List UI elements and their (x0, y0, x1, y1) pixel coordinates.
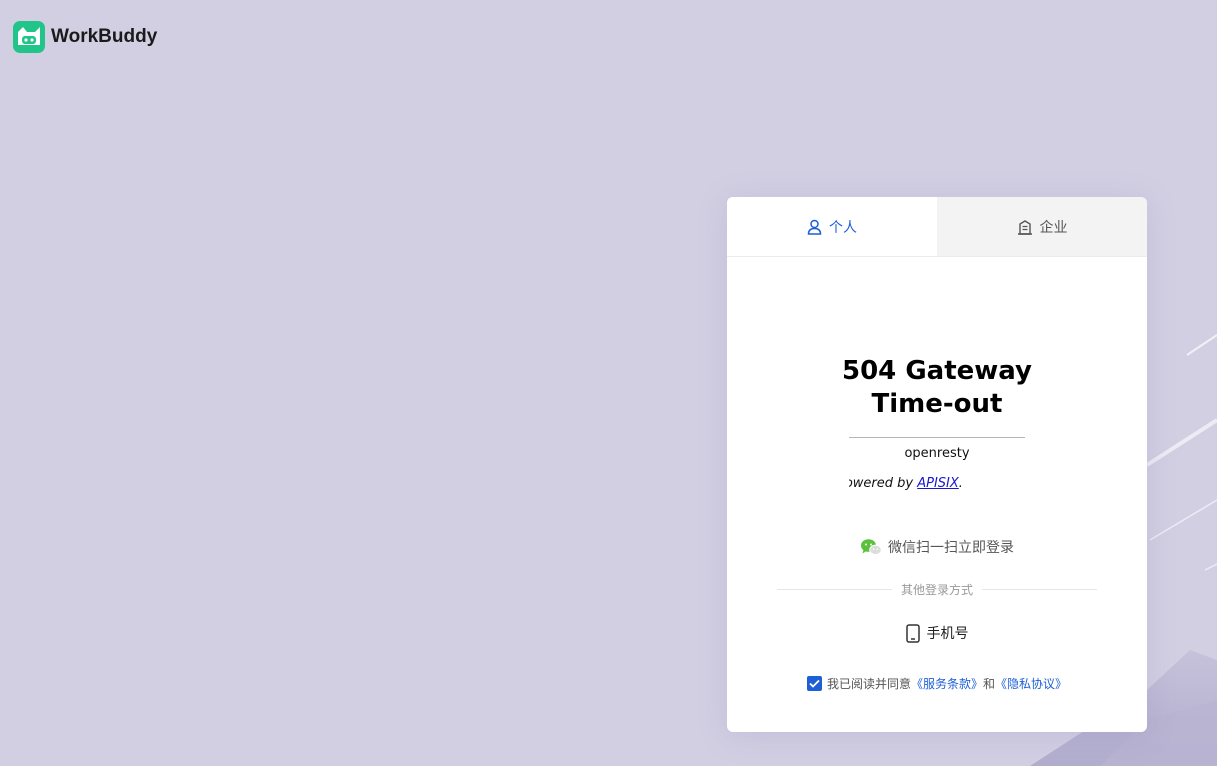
privacy-link[interactable]: 《隐私协议》 (995, 675, 1067, 692)
error-server-name: openresty (904, 446, 970, 461)
agree-and: 和 (983, 677, 996, 691)
tab-enterprise-label: 企业 (1039, 219, 1068, 236)
user-icon (807, 219, 822, 235)
wechat-scan-text: 微信扫一扫立即登录 (888, 540, 1014, 556)
phone-login-button[interactable]: 手机号 (905, 623, 969, 643)
phone-icon (905, 623, 920, 643)
error-title-line2: Time-out (871, 389, 1003, 419)
workbuddy-logo-icon (13, 21, 45, 53)
qr-code-frame: 504 Gateway Time-out openresty Powered b… (727, 257, 1147, 517)
brand-name: WorkBuddy (51, 26, 158, 47)
terms-link[interactable]: 《服务条款》 (911, 675, 983, 692)
tab-enterprise[interactable]: 企业 (937, 197, 1147, 256)
error-title-line1: 504 Gateway (842, 356, 1032, 386)
agreement: 我已阅读并同意 《服务条款》 和 《隐私协议》 (727, 675, 1147, 692)
wechat-scan-hint: 微信扫一扫立即登录 (727, 537, 1147, 557)
error-divider (849, 437, 1025, 438)
phone-login: 手机号 (727, 623, 1147, 643)
login-card: 个人 企业 504 Gateway Time-out openresty Pow… (727, 197, 1147, 732)
phone-login-label: 手机号 (926, 626, 969, 642)
apisix-link[interactable]: APISIX (917, 476, 959, 491)
agree-checkbox[interactable] (806, 676, 822, 691)
brand: WorkBuddy (13, 21, 157, 53)
agree-prefix: 我已阅读并同意 (826, 677, 911, 691)
error-powered-by: Powered by APISIX. (849, 476, 1025, 491)
login-tabs: 个人 企业 (727, 197, 1147, 257)
tab-personal-label: 个人 (829, 219, 857, 236)
wechat-icon (861, 539, 882, 555)
divider-line-right (982, 589, 1098, 590)
other-methods-divider: 其他登录方式 (777, 581, 1098, 598)
error-title: 504 Gateway Time-out (727, 355, 1147, 421)
other-methods-text: 其他登录方式 (901, 583, 974, 597)
building-icon (1017, 219, 1032, 235)
powered-suffix: . (958, 476, 963, 491)
divider-line-left (777, 589, 892, 590)
tab-personal[interactable]: 个人 (727, 197, 937, 256)
powered-prefix: Powered by (849, 476, 914, 491)
check-icon (809, 679, 820, 688)
